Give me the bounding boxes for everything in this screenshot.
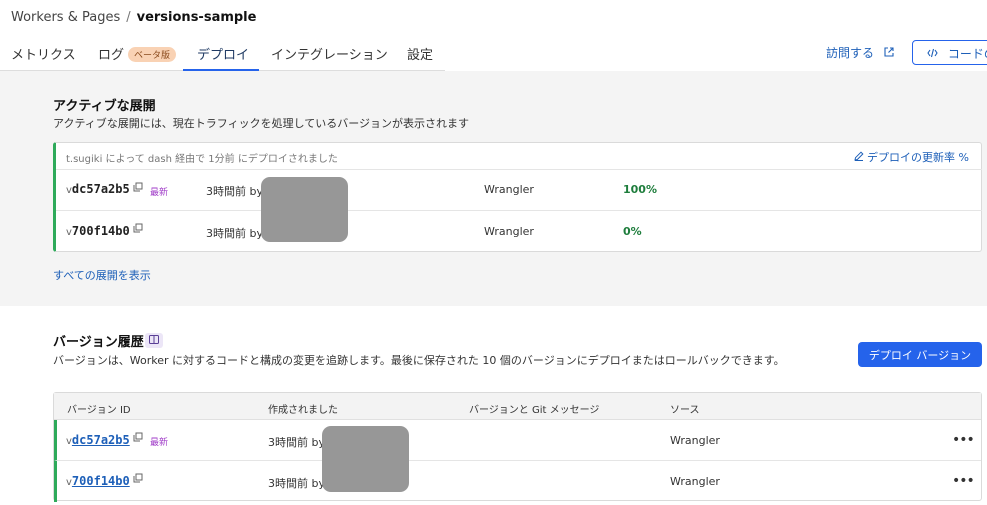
breadcrumb-current: versions-sample [136, 10, 257, 25]
source: Wrangler [670, 434, 720, 447]
active-deployment-card: t.sugiki によって dash 経由で 1分前 にデプロイされました デプ… [53, 142, 982, 252]
beta-badge: ベータ版 [128, 47, 177, 62]
latest-badge: 最新 [150, 438, 169, 448]
active-deployments-description: アクティブな展開には、現在トラフィックを処理しているバージョンが表示されます [53, 117, 470, 130]
traffic-percent: 100% [623, 183, 657, 196]
breadcrumb: Workers & Pages / versions-sample [11, 10, 256, 25]
breadcrumb-separator: / [126, 10, 131, 25]
deploy-version-button[interactable]: デプロイ バージョン [858, 342, 982, 367]
deployment-row: vdc57a2b5 最新 3時間前 by Wrangler 100% [56, 169, 982, 210]
column-created: 作成されました [268, 405, 338, 416]
code-button[interactable]: コードの [912, 40, 987, 65]
edit-pencil-icon [853, 151, 868, 164]
breadcrumb-root[interactable]: Workers & Pages [11, 10, 120, 25]
code-button-label: コードの [947, 47, 987, 61]
deployment-rate-label: デプロイの更新率 % [867, 151, 969, 164]
created-time: 3時間前 by [206, 185, 263, 198]
source: Wrangler [484, 183, 534, 196]
version-id-link[interactable]: 700f14b0 [72, 474, 130, 488]
deployment-info: t.sugiki によって dash 経由で 1分前 にデプロイされました [66, 154, 338, 165]
source: Wrangler [670, 475, 720, 488]
version-id: 700f14b0 [71, 224, 130, 238]
copy-icon[interactable] [133, 223, 143, 236]
tab-metrics[interactable]: メトリクス [11, 44, 76, 63]
copy-icon[interactable] [133, 432, 143, 445]
version-tag: v700f14b0 [66, 224, 130, 238]
tab-logs-label: ログ [98, 48, 125, 63]
source: Wrangler [484, 225, 534, 238]
visit-label: 訪問する [826, 46, 875, 60]
more-horizontal-icon[interactable]: ••• [952, 432, 975, 448]
visit-link[interactable]: 訪問する [826, 44, 894, 61]
table-row: v700f14b0 3時間前 by Wrangler ••• [54, 461, 981, 502]
column-source: ソース [670, 405, 700, 416]
tab-logs[interactable]: ログ ベータ版 [98, 44, 177, 63]
version-history-table: バージョン ID 作成されました バージョンと Git メッセージ ソース vd… [53, 392, 982, 502]
copy-icon[interactable] [133, 182, 143, 195]
external-link-icon [884, 46, 894, 60]
code-icon [927, 47, 942, 61]
tab-bar: メトリクス ログ ベータ版 デプロイ インテグレーション 設定 [0, 36, 445, 71]
version-tag: v700f14b0 [66, 474, 130, 488]
column-message: バージョンと Git メッセージ [469, 405, 600, 416]
version-history-icon[interactable] [145, 333, 163, 348]
tab-settings[interactable]: 設定 [407, 44, 433, 63]
redacted-avatar [261, 177, 348, 242]
deployment-rate-link[interactable]: デプロイの更新率 % [853, 149, 969, 165]
version-id: dc57a2b5 [71, 182, 130, 196]
created-time: 3時間前 by [206, 227, 263, 240]
version-history-title: バージョン履歴 [53, 335, 144, 350]
created-time: 3時間前 by [268, 477, 325, 490]
version-tag: vdc57a2b5 [66, 433, 130, 447]
created-time: 3時間前 by [268, 436, 325, 449]
tab-deploy[interactable]: デプロイ [197, 44, 249, 63]
traffic-percent: 0% [623, 225, 642, 238]
table-header: バージョン ID 作成されました バージョンと Git メッセージ ソース [54, 393, 981, 420]
column-version-id: バージョン ID [67, 405, 131, 416]
tab-integrations[interactable]: インテグレーション [271, 44, 388, 63]
version-id-link[interactable]: dc57a2b5 [72, 433, 130, 447]
redacted-avatar [322, 426, 409, 492]
show-all-deployments-link[interactable]: すべての展開を表示 [53, 267, 151, 283]
latest-badge: 最新 [150, 188, 169, 198]
version-tag: vdc57a2b5 [66, 182, 130, 196]
table-row: vdc57a2b5 最新 3時間前 by Wrangler ••• [54, 420, 981, 461]
copy-icon[interactable] [133, 473, 143, 486]
more-horizontal-icon[interactable]: ••• [952, 473, 975, 489]
active-deployments-title: アクティブな展開 [53, 99, 156, 114]
version-history-description: バージョンは、Worker に対するコードと構成の変更を追跡します。最後に保存さ… [53, 354, 785, 367]
deployment-row: v700f14b0 3時間前 by Wrangler 0% [56, 210, 982, 251]
